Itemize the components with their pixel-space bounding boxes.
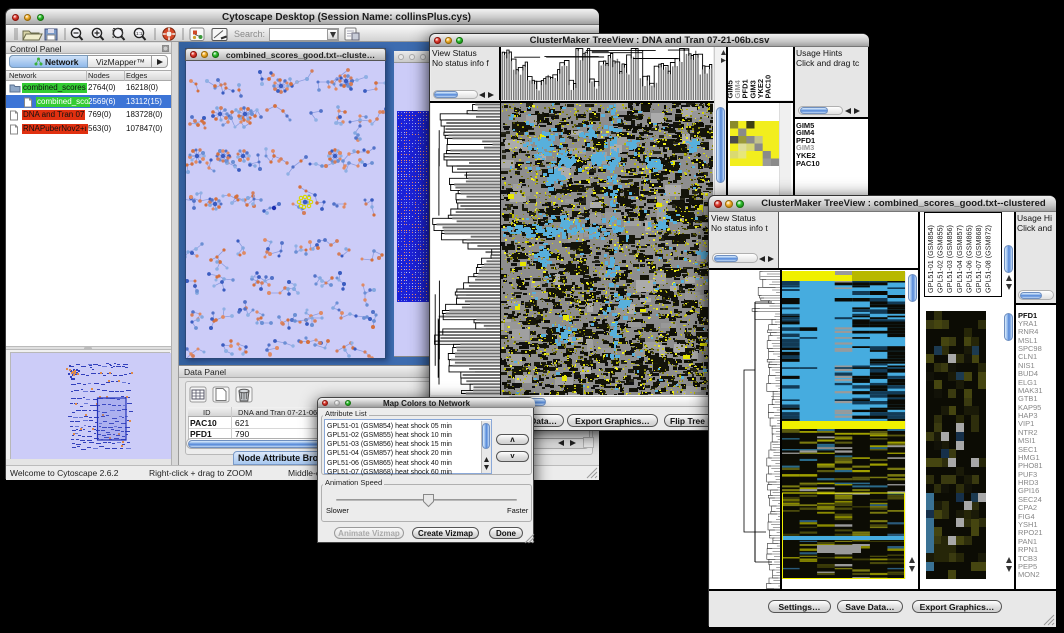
svg-text:1:1: 1:1 [136,31,143,36]
svg-text:GPL51‑03 (GSM856): GPL51‑03 (GSM856) [945,225,954,293]
svg-text:GPL51‑01 (GSM854): GPL51‑01 (GSM854) [926,225,935,293]
svg-text:GPL51‑02 (GSM855): GPL51‑02 (GSM855) [936,225,945,293]
svg-text:GPL51‑04 (GSM857): GPL51‑04 (GSM857) [955,225,964,293]
svg-text:GPL51‑06 (GSM865): GPL51‑06 (GSM865) [964,225,973,293]
svg-text:GPL51‑08 (GSM872): GPL51‑08 (GSM872) [984,225,993,293]
svg-text:GPL51‑07 (GSM868): GPL51‑07 (GSM868) [974,225,983,293]
svg-text:PAC10: PAC10 [763,75,772,99]
